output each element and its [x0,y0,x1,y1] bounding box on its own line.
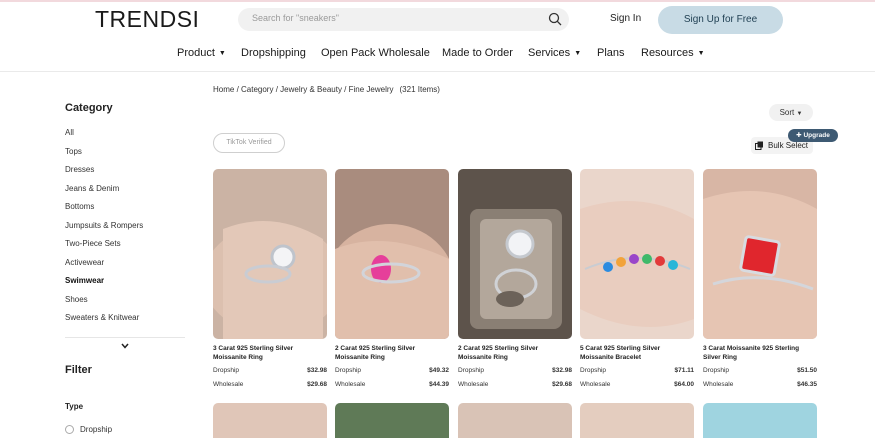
wholesale-price-row: Wholesale $29.68 [458,381,572,388]
wholesale-price-row: Wholesale $44.39 [335,381,449,388]
product-image[interactable] [458,403,572,438]
caret-down-icon: ▼ [574,50,582,57]
breadcrumb-path[interactable]: Home / Category / Jewelry & Beauty / Fin… [213,85,394,94]
main-nav: Product ▼ Dropshipping Open Pack Wholesal… [0,47,875,63]
product-image[interactable] [213,169,327,339]
wholesale-price: $29.68 [307,381,327,388]
nav-plans[interactable]: Plans [597,47,625,59]
wholesale-price: $64.00 [674,381,694,388]
sort-button[interactable]: Sort ▼ [769,104,813,121]
top-accent-line [0,0,875,2]
copy-icon [755,141,763,150]
sort-label: Sort [779,108,795,117]
nav-open-pack-wholesale[interactable]: Open Pack Wholesale [321,47,430,59]
category-item-bottoms[interactable]: Bottoms [65,202,94,211]
category-title: Category [65,102,113,114]
dropship-price-row: Dropship $32.98 [458,367,572,374]
trendsi-logo[interactable]: TRENDSI [95,6,199,33]
wholesale-price-row: Wholesale $29.68 [213,381,327,388]
product-name[interactable]: 2 Carat 925 Sterling Silver Moissanite R… [335,344,449,362]
product-card[interactable]: 2 Carat 925 Sterling Silver Moissanite R… [335,169,449,388]
product-card[interactable]: 3 Carat Moissanite 925 Sterling Silver R… [703,169,817,388]
sign-up-button[interactable]: Sign Up for Free [658,6,783,34]
dropship-price: $51.50 [797,367,817,374]
product-image[interactable] [458,169,572,339]
wholesale-price: $44.39 [429,381,449,388]
category-item-activewear[interactable]: Activewear [65,258,104,267]
dropship-radio-label[interactable]: Dropship [80,425,112,434]
product-card[interactable]: 3 Carat 925 Sterling Silver Moissanite R… [213,169,327,388]
product-card[interactable]: 2 Carat 925 Sterling Silver Moissanite R… [458,169,572,388]
dropship-price: $49.32 [429,367,449,374]
upgrade-badge[interactable]: ✚ Upgrade [788,129,838,142]
dropship-radio[interactable] [65,425,74,434]
product-image[interactable] [580,403,694,438]
nav-resources[interactable]: Resources ▼ [641,47,705,59]
tiktok-verified-filter[interactable]: TikTok Verified [213,133,285,153]
search-input[interactable]: Search for "sneakers" [252,13,339,23]
category-item-swimwear[interactable]: Swimwear [65,276,104,285]
item-count: (321 Items) [399,85,440,94]
dropship-price-row: Dropship $32.98 [213,367,327,374]
chevron-down-icon: ▼ [796,111,803,117]
wholesale-price: $29.68 [552,381,572,388]
search-icon[interactable] [548,12,562,26]
bulk-select-label: Bulk Select [768,141,809,150]
upgrade-label: Upgrade [803,132,830,139]
category-item-two-piece[interactable]: Two-Piece Sets [65,239,121,248]
breadcrumb: Home / Category / Jewelry & Beauty / Fin… [213,85,440,94]
product-image[interactable] [703,169,817,339]
nav-services[interactable]: Services ▼ [528,47,581,59]
dropship-price-row: Dropship $51.50 [703,367,817,374]
category-item-sweaters[interactable]: Sweaters & Knitwear [65,313,139,322]
product-name[interactable]: 3 Carat Moissanite 925 Sterling Silver R… [703,344,817,362]
chevron-down-icon[interactable] [120,341,130,351]
product-image[interactable] [580,169,694,339]
header-divider [0,71,875,72]
product-image[interactable] [703,403,817,438]
category-item-dresses[interactable]: Dresses [65,165,94,174]
sign-in-link[interactable]: Sign In [610,13,641,24]
category-item-jumpsuits[interactable]: Jumpsuits & Rompers [65,221,143,230]
category-item-shoes[interactable]: Shoes [65,295,88,304]
dropship-price-row: Dropship $49.32 [335,367,449,374]
product-name[interactable]: 5 Carat 925 Sterling Silver Moissanite B… [580,344,694,362]
caret-down-icon: ▼ [697,50,705,57]
product-image[interactable] [335,169,449,339]
product-card[interactable]: 5 Carat 925 Sterling Silver Moissanite B… [580,169,694,388]
nav-dropshipping[interactable]: Dropshipping [241,47,306,59]
search-bar[interactable]: Search for "sneakers" [238,8,569,31]
wholesale-price-row: Wholesale $64.00 [580,381,694,388]
category-item-jeans[interactable]: Jeans & Denim [65,184,119,193]
type-title: Type [65,402,84,411]
caret-down-icon: ▼ [218,50,226,57]
wholesale-price-row: Wholesale $46.35 [703,381,817,388]
dropship-price: $71.11 [674,367,694,374]
filter-title: Filter [65,364,92,376]
product-name[interactable]: 2 Carat 925 Sterling Silver Moissanite R… [458,344,572,362]
nav-product[interactable]: Product ▼ [177,47,226,59]
category-item-tops[interactable]: Tops [65,147,82,156]
product-image[interactable] [335,403,449,438]
dropship-price-row: Dropship $71.11 [580,367,694,374]
dropship-price: $32.98 [552,367,572,374]
dropship-price: $32.98 [307,367,327,374]
nav-made-to-order[interactable]: Made to Order [442,47,513,59]
category-item-all[interactable]: All [65,128,74,137]
product-name[interactable]: 3 Carat 925 Sterling Silver Moissanite R… [213,344,327,362]
sidebar-divider [65,337,185,338]
wholesale-price: $46.35 [797,381,817,388]
product-image[interactable] [213,403,327,438]
